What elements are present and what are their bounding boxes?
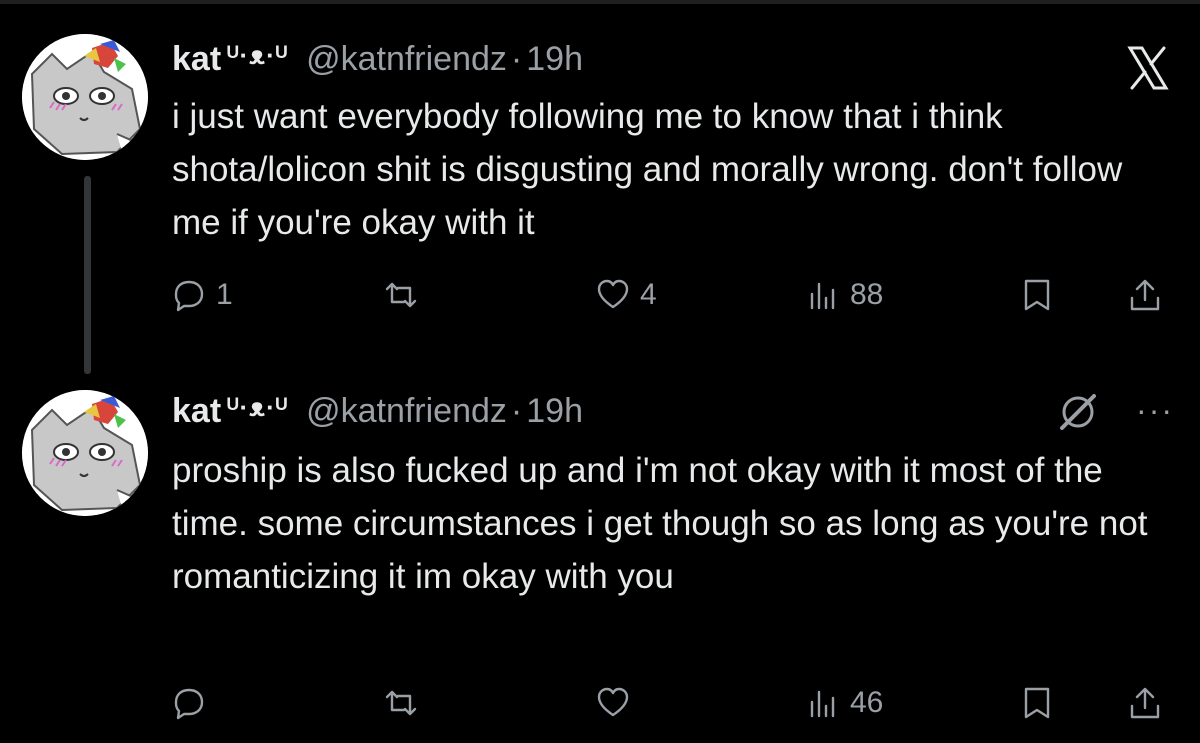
- display-name[interactable]: kat: [172, 392, 221, 431]
- tweet-header: kat ᵁ·ᴥ·ᵁ @katnfriendz · 19h: [172, 40, 583, 80]
- views-button[interactable]: 88: [806, 270, 883, 320]
- display-name[interactable]: kat: [172, 40, 221, 79]
- tweet[interactable]: kat ᵁ·ᴥ·ᵁ @katnfriendz · 19h i just want…: [0, 0, 1200, 374]
- reply-button[interactable]: [172, 678, 216, 728]
- share-button[interactable]: [1128, 270, 1162, 320]
- tweet-header: kat ᵁ·ᴥ·ᵁ @katnfriendz · 19h: [172, 392, 583, 432]
- user-handle[interactable]: @katnfriendz: [306, 392, 507, 431]
- avatar[interactable]: [22, 34, 148, 160]
- retweet-icon: [385, 690, 417, 716]
- retweet-icon: [385, 282, 417, 308]
- name-decoration: ᵁ·ᴥ·ᵁ: [227, 392, 289, 422]
- like-count: 4: [640, 278, 657, 311]
- hidden-reply-icon[interactable]: [1056, 390, 1100, 434]
- tweet-text: proship is also fucked up and i'm not ok…: [172, 451, 1148, 596]
- bookmark-button[interactable]: [1020, 678, 1054, 728]
- retweet-button[interactable]: [384, 270, 428, 320]
- like-button[interactable]: 4: [596, 270, 657, 320]
- share-icon: [1130, 279, 1160, 311]
- like-button[interactable]: [596, 678, 640, 728]
- timestamp[interactable]: 19h: [526, 40, 583, 79]
- like-icon: [597, 687, 629, 717]
- retweet-button[interactable]: [384, 678, 428, 728]
- timestamp[interactable]: 19h: [526, 392, 583, 431]
- avatar[interactable]: [22, 390, 148, 516]
- view-count: 46: [850, 686, 884, 719]
- reply-button[interactable]: 1: [172, 270, 233, 320]
- separator-dot: ·: [510, 40, 523, 78]
- tweet[interactable]: kat ᵁ·ᴥ·ᵁ @katnfriendz · 19h ··· proship…: [0, 370, 1200, 743]
- share-button[interactable]: [1128, 678, 1162, 728]
- more-icon[interactable]: ···: [1136, 392, 1174, 429]
- bookmark-icon: [1024, 687, 1050, 719]
- reply-icon: [174, 280, 204, 312]
- views-button[interactable]: 46: [806, 678, 883, 728]
- reply-icon: [174, 688, 204, 720]
- share-icon: [1130, 687, 1160, 719]
- like-icon: [597, 279, 629, 309]
- tweet-text: i just want everybody following me to kn…: [172, 97, 1123, 242]
- action-bar: 1 4 88: [0, 270, 1200, 320]
- bookmark-icon: [1024, 279, 1050, 311]
- separator-dot: ·: [510, 392, 523, 430]
- action-bar: 46: [0, 678, 1200, 728]
- reply-count: 1: [216, 278, 233, 311]
- x-logo-icon[interactable]: [1122, 42, 1174, 94]
- view-count: 88: [850, 278, 884, 311]
- user-handle[interactable]: @katnfriendz: [306, 40, 507, 79]
- name-decoration: ᵁ·ᴥ·ᵁ: [227, 40, 289, 70]
- bookmark-button[interactable]: [1020, 270, 1054, 320]
- views-icon: [810, 282, 835, 310]
- views-icon: [810, 690, 835, 718]
